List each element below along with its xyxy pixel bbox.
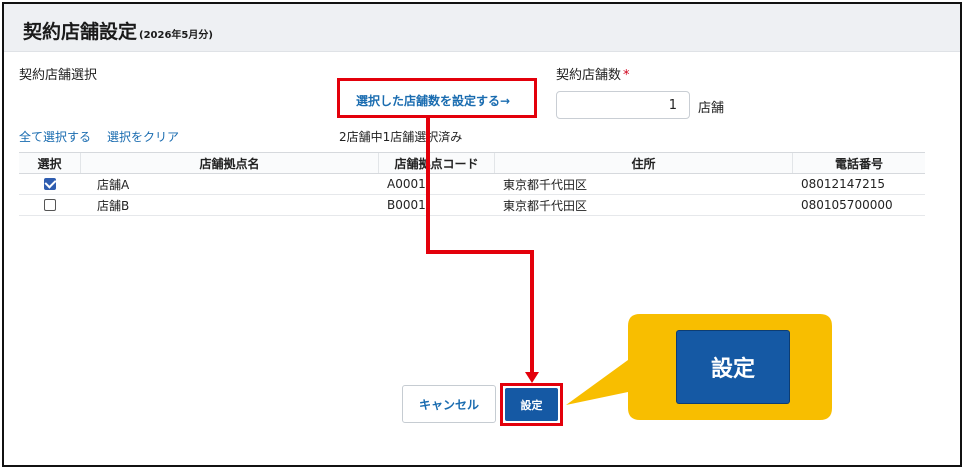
store-name-cell: 店舗B bbox=[97, 198, 130, 213]
callout-save-button-zoom: 設定 bbox=[677, 331, 789, 403]
connector-line-vertical-2 bbox=[530, 250, 534, 373]
column-header-address[interactable]: 住所 bbox=[495, 153, 793, 173]
store-select-label: 契約店舗選択 bbox=[19, 68, 98, 83]
save-button[interactable]: 設定 bbox=[505, 388, 558, 421]
store-table: 選択 店舗拠点名 店舗拠点コード 住所 電話番号 店舗A A0001 東京都千代… bbox=[19, 152, 925, 216]
table-row[interactable]: 店舗B B0001 東京都千代田区 080105700000 bbox=[19, 195, 925, 216]
cancel-button[interactable]: キャンセル bbox=[402, 385, 496, 423]
set-count-link[interactable]: 選択した店舗数を設定する→ bbox=[356, 92, 510, 109]
row-select-cell bbox=[19, 174, 81, 194]
store-code-cell: B0001 bbox=[387, 198, 426, 212]
store-phone-cell: 080105700000 bbox=[801, 198, 893, 212]
clear-selection-link[interactable]: 選択をクリア bbox=[107, 128, 179, 145]
table-row[interactable]: 店舗A A0001 東京都千代田区 08012147215 bbox=[19, 174, 925, 195]
dialog-title-text: 契約店舗設定 bbox=[23, 21, 138, 43]
store-count-input[interactable] bbox=[556, 91, 690, 119]
dialog-title: 契約店舗設定 (2026年5月分) bbox=[23, 17, 213, 44]
column-header-phone[interactable]: 電話番号 bbox=[793, 153, 925, 173]
dialog-title-period: (2026年5月分) bbox=[139, 30, 213, 41]
connector-line-vertical-1 bbox=[426, 118, 430, 254]
row-select-cell bbox=[19, 195, 81, 215]
column-header-select[interactable]: 選択 bbox=[19, 153, 81, 173]
store-phone-cell: 08012147215 bbox=[801, 177, 885, 191]
store-count-unit: 店舗 bbox=[698, 101, 725, 116]
dialog-header: 契約店舗設定 (2026年5月分) bbox=[4, 4, 960, 52]
store-name-cell: 店舗A bbox=[97, 177, 130, 192]
row-checkbox[interactable] bbox=[44, 178, 56, 190]
row-checkbox[interactable] bbox=[44, 199, 56, 211]
required-mark: * bbox=[623, 68, 630, 83]
column-header-name[interactable]: 店舗拠点名 bbox=[81, 153, 379, 173]
store-address-cell: 東京都千代田区 bbox=[503, 177, 588, 192]
column-header-code[interactable]: 店舗拠点コード bbox=[379, 153, 495, 173]
store-count-label: 契約店舗数 * bbox=[556, 64, 630, 83]
selection-status: 2店舗中1店舗選択済み bbox=[339, 130, 463, 144]
store-count-label-text: 契約店舗数 bbox=[556, 68, 622, 83]
store-address-cell: 東京都千代田区 bbox=[503, 198, 588, 213]
store-code-cell: A0001 bbox=[387, 177, 426, 191]
table-header: 選択 店舗拠点名 店舗拠点コード 住所 電話番号 bbox=[19, 152, 925, 174]
connector-arrow-head bbox=[525, 372, 539, 383]
select-all-link[interactable]: 全て選択する bbox=[19, 128, 91, 145]
connector-line-horizontal bbox=[426, 250, 534, 254]
